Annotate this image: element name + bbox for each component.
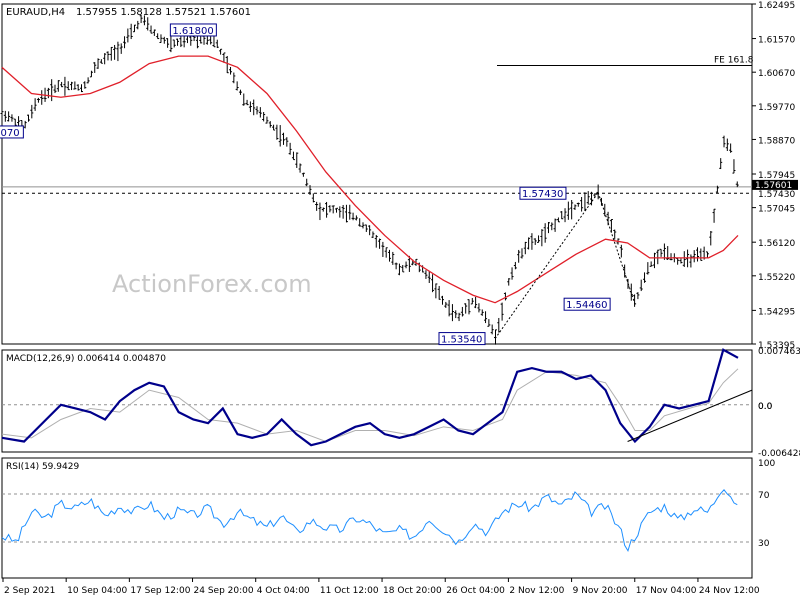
rsi-title: RSI(14) 59.9429 bbox=[6, 462, 79, 472]
x-tick-label: 17 Nov 04:00 bbox=[636, 586, 697, 596]
macd-trendline bbox=[627, 389, 753, 442]
price-y-tick-label: 1.55220 bbox=[758, 273, 795, 283]
price-y-tick-label: 1.60670 bbox=[758, 69, 795, 79]
price-y-tick-label: 1.57945 bbox=[758, 171, 795, 181]
x-tick-label: 2 Sep 2021 bbox=[4, 586, 55, 596]
panel-frame-2 bbox=[1, 457, 753, 579]
macd-y-tick-label: 0.0 bbox=[758, 402, 773, 412]
x-tick-label: 18 Oct 20:00 bbox=[383, 586, 442, 596]
level-label: 1.61800 bbox=[172, 26, 213, 37]
fe-161-label: FE 161.8 bbox=[714, 55, 754, 65]
x-tick-label: 4 Oct 04:00 bbox=[257, 586, 310, 596]
rise-dotted-line bbox=[494, 192, 599, 339]
level-label: 1.54460 bbox=[566, 300, 607, 311]
price-y-tick-label: 1.54295 bbox=[758, 307, 795, 317]
macd-title: MACD(12,26,9) 0.006414 0.004870 bbox=[6, 354, 166, 364]
retracement-dotted-line bbox=[597, 192, 636, 305]
chart-svg: ActionForex.com 1.62495 1.61570 1.60670 1.59… bbox=[0, 1, 800, 596]
x-tick-label: 9 Nov 20:00 bbox=[573, 586, 628, 596]
macd-y-tick-label: 0.007463 bbox=[758, 347, 800, 357]
price-y-tick-label: 1.58870 bbox=[758, 136, 795, 146]
x-tick-label: 17 Sep 12:00 bbox=[130, 586, 190, 596]
rsi-y-tick-label: 30 bbox=[758, 539, 770, 549]
watermark: ActionForex.com bbox=[112, 270, 312, 298]
level-label: 1.57430 bbox=[522, 189, 563, 200]
price-y-tick-label: 1.62495 bbox=[758, 1, 795, 11]
chart-root: ActionForex.com 1.62495 1.61570 1.60670 1.59… bbox=[0, 0, 800, 600]
x-tick-label: 11 Oct 12:00 bbox=[320, 586, 379, 596]
moving-average-line bbox=[1, 55, 739, 304]
x-tick-label: 10 Sep 04:00 bbox=[67, 586, 127, 596]
dashed-price-label: 1.57430 bbox=[758, 190, 795, 200]
level-label: 1.53540 bbox=[441, 335, 482, 346]
chart-ohlc: 1.57955 1.58128 1.57521 1.57601 bbox=[76, 7, 251, 18]
macd-y-tick-label: -0.006428 bbox=[758, 449, 800, 459]
price-y-tick-label: 1.61570 bbox=[758, 36, 795, 46]
price-y-tick-label: 1.56120 bbox=[758, 239, 795, 249]
price-y-tick-label: 1.57045 bbox=[758, 205, 795, 215]
price-y-tick-label: 1.59770 bbox=[758, 103, 795, 113]
chart-symbol: EURAUD,H4 bbox=[6, 7, 65, 18]
level-label: .070 bbox=[0, 128, 20, 139]
rsi-y-tick-label: 100 bbox=[758, 459, 775, 469]
x-tick-label: 26 Oct 04:00 bbox=[446, 586, 505, 596]
x-tick-label: 24 Sep 20:00 bbox=[194, 586, 254, 596]
x-tick-label: 2 Nov 12:00 bbox=[509, 586, 564, 596]
rsi-y-tick-label: 70 bbox=[758, 491, 770, 501]
x-tick-label: 24 Nov 12:00 bbox=[699, 586, 760, 596]
